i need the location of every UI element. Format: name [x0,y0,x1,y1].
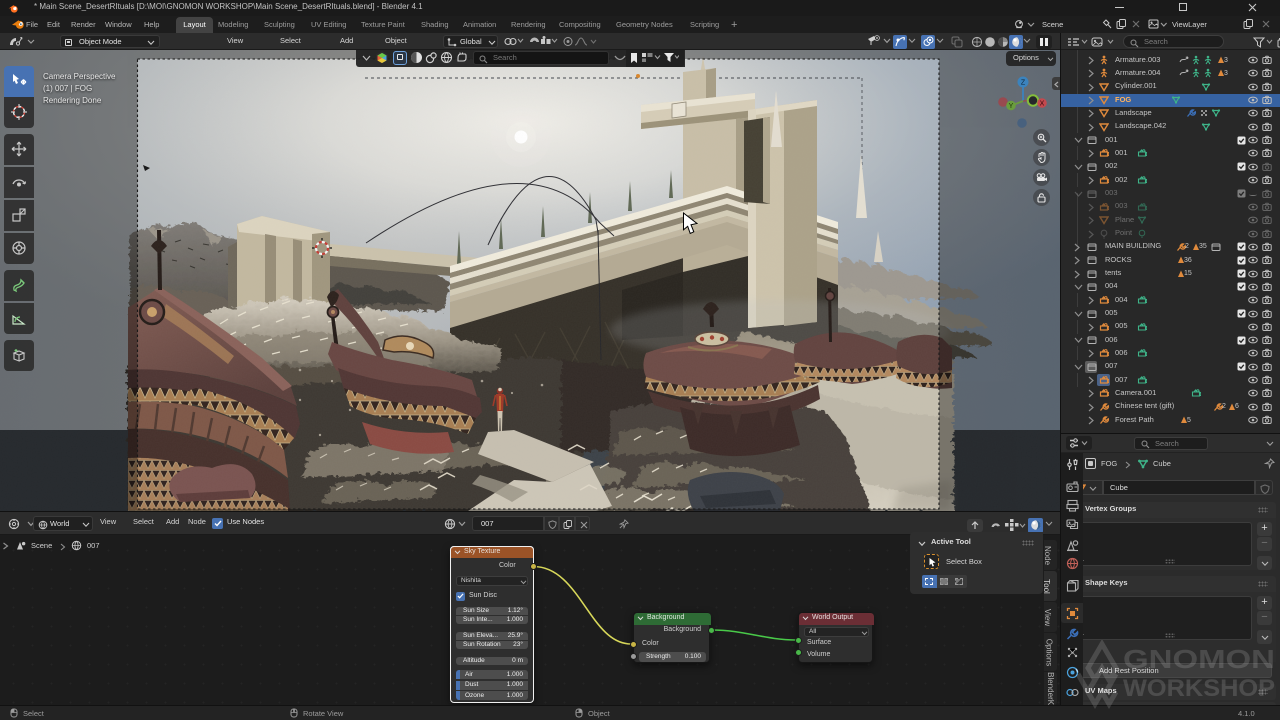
svg-text:Z: Z [1021,80,1026,87]
svg-text:X: X [1040,101,1045,108]
svg-text:Y: Y [1009,103,1014,110]
